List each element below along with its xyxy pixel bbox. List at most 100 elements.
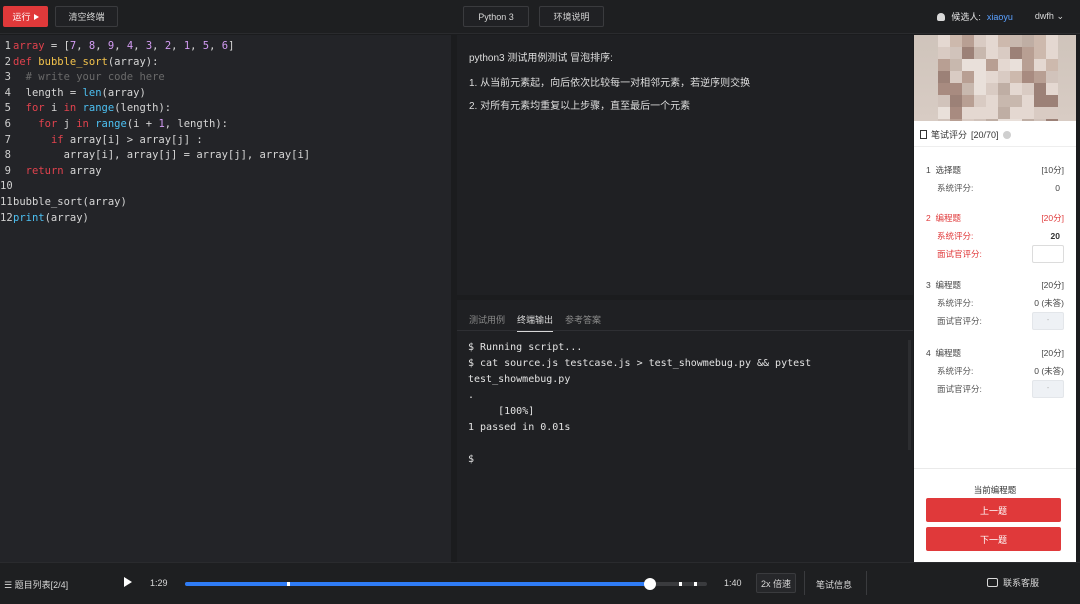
code-content[interactable]: array = [7, 8, 9, 4, 3, 2, 1, 5, 6] def … (13, 39, 310, 226)
progress-marker (679, 582, 682, 586)
support-label: 联系客服 (1003, 578, 1040, 588)
question-title: python3 测试用例测试 冒泡排序: (469, 53, 613, 64)
line-number: 3 (4, 71, 11, 84)
system-score-label: 系统评分: (937, 183, 974, 193)
progress-marker (694, 582, 697, 586)
line-number: 9 (4, 164, 11, 177)
system-score-value: 20 (1050, 231, 1060, 241)
item-points: [20分] (1041, 280, 1064, 290)
next-question-button[interactable]: 下一题 (926, 527, 1061, 551)
next-question-label: 下一题 (979, 534, 1007, 545)
language-label: Python 3 (478, 11, 514, 22)
terminal-output: $ Running script... $ cat source.js test… (468, 342, 812, 465)
account-menu[interactable]: dwfh ⌄ (1035, 11, 1064, 22)
item-points: [10分] (1041, 165, 1064, 175)
line-number: 10 (0, 180, 13, 193)
environment-info-button[interactable]: 环境说明 (539, 6, 604, 27)
speed-button[interactable]: 2x 倍速 (756, 573, 796, 593)
item-type: 编程题 (935, 348, 961, 358)
exam-info-button[interactable]: 笔试信息 (816, 578, 852, 591)
system-score-value: 0 (未答) (1034, 298, 1064, 308)
prev-question-button[interactable]: 上一题 (926, 498, 1061, 522)
item-points: [20分] (1041, 213, 1064, 223)
line-number-gutter: 1 2 3 4 5 6 7 8 9 10 11 12 (0, 39, 13, 226)
line-number: 6 (4, 117, 11, 130)
item-type: 选择题 (935, 165, 961, 175)
item-number: 1 (926, 165, 931, 175)
status-dot-icon (1002, 130, 1011, 139)
progress-fill (185, 582, 650, 586)
line-number: 2 (4, 55, 11, 68)
terminal-scrollbar[interactable] (908, 340, 911, 450)
top-toolbar: 运行 清空终端 Python 3 环境说明 候选人: xiaoyu dwfh ⌄ (0, 0, 1080, 34)
play-icon[interactable] (124, 577, 132, 587)
speed-label: 2x 倍速 (760, 578, 791, 589)
progress-knob[interactable] (643, 578, 656, 590)
system-score-value: 0 (未答) (1034, 366, 1064, 376)
output-panel: 测试用例 终端输出 参考答案 $ Running script... $ cat… (457, 300, 913, 562)
progress-marker (287, 582, 290, 586)
question-list-button[interactable]: ☰ 题目列表[2/4] (4, 578, 68, 591)
line-number: 5 (4, 102, 11, 115)
prev-question-label: 上一题 (979, 505, 1007, 516)
item-number: 3 (926, 280, 931, 290)
question-step-1: 1. 从当前元素起，向后依次比较每一对相邻元素，若逆序则交换 (469, 78, 751, 89)
item-type: 编程题 (935, 213, 961, 223)
question-list-label: 题目列表[2/4] (14, 580, 69, 590)
clear-terminal-label: 清空终端 (68, 12, 105, 22)
question-step-2: 2. 对所有元素均重复以上步骤，直至最后一个元素 (469, 101, 691, 112)
line-number: 7 (4, 133, 11, 146)
candidate-name: xiaoyu (986, 11, 1013, 22)
interviewer-score-label: 面试官评分: (937, 384, 982, 394)
question-panel: python3 测试用例测试 冒泡排序: 1. 从当前元素起，向后依次比较每一对… (457, 35, 913, 295)
item-points: [20分] (1041, 348, 1064, 358)
total-time: 1:40 (724, 578, 742, 588)
item-number: 4 (926, 348, 931, 358)
score-title: 笔试评分 (931, 130, 968, 140)
item-number: 2 (926, 213, 931, 223)
run-label: 运行 (12, 12, 31, 22)
interviewer-score-input: - (1032, 380, 1064, 398)
system-score-label: 系统评分: (937, 366, 974, 376)
environment-info-label: 环境说明 (553, 12, 590, 22)
score-item-3[interactable]: 3 编程题 [20分] 系统评分: 0 (未答) 面试官评分: - (926, 276, 1064, 330)
score-item-2[interactable]: 2 编程题 [20分] 系统评分: 20 面试官评分: (926, 209, 1064, 263)
tab-divider (457, 330, 913, 331)
line-number: 11 (0, 195, 13, 208)
language-select[interactable]: Python 3 (463, 6, 529, 27)
score-header: 笔试评分 [20/70] (920, 128, 1011, 141)
chevron-down-icon: ⌄ (1056, 11, 1064, 21)
clear-terminal-button[interactable]: 清空终端 (55, 6, 118, 27)
candidate-video (914, 35, 1076, 121)
person-icon (937, 12, 946, 21)
progress-track[interactable] (185, 578, 707, 590)
score-item-4[interactable]: 4 编程题 [20分] 系统评分: 0 (未答) 面试官评分: - (926, 344, 1064, 398)
line-number: 1 (4, 40, 11, 52)
current-question-label: 当前编程题 (973, 485, 1017, 495)
question-nav: 当前编程题 上一题 下一题 (914, 468, 1076, 562)
chat-icon (987, 578, 998, 587)
code-editor[interactable]: 1 2 3 4 5 6 7 8 9 10 11 12 array = [7, 8, 9, 4, 3, … (0, 35, 451, 562)
clipboard-icon (920, 130, 927, 139)
line-number: 4 (4, 86, 11, 99)
system-score-label: 系统评分: (937, 298, 974, 308)
candidate-label: 候选人: (951, 12, 981, 22)
current-time: 1:29 (150, 578, 168, 588)
account-name: dwfh (1034, 11, 1054, 21)
interviewer-score-label: 面试官评分: (937, 249, 982, 259)
item-type: 编程题 (935, 280, 961, 290)
list-icon: ☰ (4, 580, 13, 590)
score-total: [20/70] (971, 129, 999, 140)
run-button[interactable]: 运行 (3, 6, 48, 27)
exam-info-label: 笔试信息 (816, 580, 853, 590)
interviewer-score-input[interactable] (1032, 245, 1064, 263)
interviewer-score-input: - (1032, 312, 1064, 330)
scoring-panel: 笔试评分 [20/70] 1 选择题 [10分] 系统评分: 0 2 编程题 [20分… (914, 35, 1076, 562)
playback-bar: ☰ 题目列表[2/4] 1:29 1:40 2x 倍速 笔试信息 联系客服 (0, 562, 1080, 604)
support-button[interactable]: 联系客服 (987, 576, 1039, 589)
score-item-1[interactable]: 1 选择题 [10分] 系统评分: 0 (926, 161, 1064, 197)
line-number: 12 (0, 211, 13, 224)
line-number: 8 (4, 149, 11, 162)
system-score-value: 0 (1055, 183, 1060, 193)
interviewer-score-label: 面试官评分: (937, 316, 982, 326)
